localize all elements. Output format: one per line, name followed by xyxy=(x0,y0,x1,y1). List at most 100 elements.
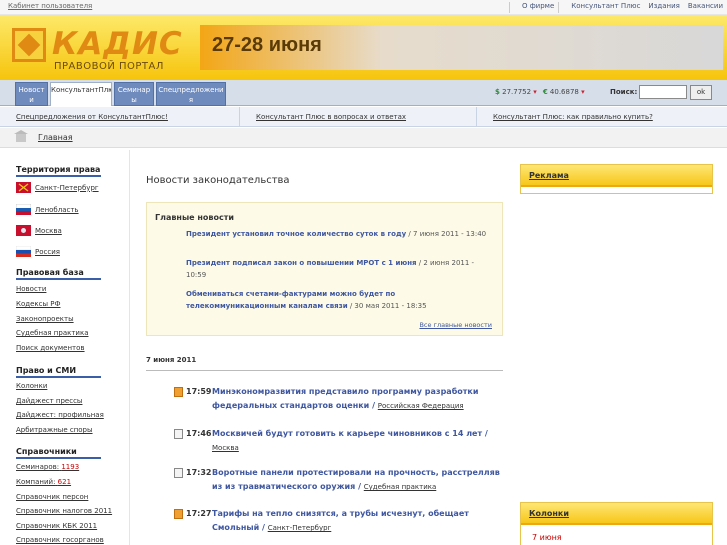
ads-title[interactable]: Реклама xyxy=(521,165,712,187)
tab-seminars[interactable]: Семинар ы xyxy=(114,82,154,106)
separator xyxy=(558,2,567,13)
usd-rate: $ 27.7752 ▾ xyxy=(495,88,537,96)
news-title: Москвичей будут готовить к карьере чинов… xyxy=(212,429,483,438)
news-tag[interactable]: Российская Федерация xyxy=(378,402,464,410)
tab-consultant[interactable]: КонсультантПлюс xyxy=(50,82,112,106)
main-news-date: / 30 мая 2011 - 18:35 xyxy=(347,302,427,310)
news-title: Тарифы на тепло снизятся, а трубы исчезн… xyxy=(212,509,469,532)
euro-icon: € xyxy=(542,88,548,96)
news-link[interactable]: Тарифы на тепло снизятся, а трубы исчезн… xyxy=(212,507,504,535)
doc-icon xyxy=(174,387,183,397)
region-label: Ленобласть xyxy=(35,205,79,214)
doc-icon xyxy=(174,509,183,519)
russia-flag-icon xyxy=(16,246,31,257)
main-news-box: Главные новости Президент установил точн… xyxy=(146,202,503,336)
ref-link-seminars[interactable]: Семинаров: 1193 xyxy=(16,463,79,471)
search-input[interactable] xyxy=(639,85,687,99)
promo-link-qa[interactable]: Консультант Плюс в вопросах и ответах xyxy=(240,107,477,126)
news-date-heading: 7 июня 2011 xyxy=(146,356,503,371)
banner-text: 27-28 июня xyxy=(212,34,322,56)
tab-news[interactable]: Новост и xyxy=(15,82,48,106)
logo-subtitle: ПРАВОВОЙ ПОРТАЛ xyxy=(54,61,164,72)
main-news-link[interactable]: Президент установил точное количество су… xyxy=(186,230,406,238)
user-cabinet-link[interactable]: Кабинет пользователя xyxy=(8,2,92,10)
breadcrumb-home[interactable]: Главная xyxy=(38,133,73,142)
region-label: Санкт-Петербург xyxy=(35,183,99,192)
currency-rates: $ 27.7752 ▾ € 40.6878 ▾ xyxy=(495,88,585,96)
news-link[interactable]: Воротные панели протестировали на прочно… xyxy=(212,466,504,494)
base-link-search[interactable]: Поиск документов xyxy=(16,344,85,352)
main-news-item: Президент установил точное количество су… xyxy=(186,228,496,240)
news-tag[interactable]: Судебная практика xyxy=(364,483,436,491)
main-nav: Новост и КонсультантПлюс Семинар ы Спецп… xyxy=(0,80,727,106)
ref-count: 621 xyxy=(57,478,72,486)
consultant-link[interactable]: Консультант Плюс xyxy=(567,1,644,13)
breadcrumb: Главная xyxy=(0,128,727,148)
eur-rate: € 40.6878 ▾ xyxy=(543,88,585,96)
ref-link-persons[interactable]: Справочник персон xyxy=(16,493,88,501)
news-time: 17:27 xyxy=(186,509,212,518)
columns-title[interactable]: Колонки xyxy=(521,503,712,525)
region-leningrad-oblast[interactable]: Ленобласть xyxy=(16,204,79,215)
doc-icon xyxy=(174,468,183,478)
legal-base-title: Правовая база xyxy=(16,268,101,280)
logo-emblem-icon xyxy=(12,28,46,62)
nav-tabs: Новост и КонсультантПлюс Семинар ы Спецп… xyxy=(15,82,226,106)
base-link-codes[interactable]: Кодексы РФ xyxy=(16,300,60,308)
main-news-date: / 7 июня 2011 - 13:40 xyxy=(406,230,487,238)
about-link[interactable]: О фирме xyxy=(518,1,558,13)
ref-link-companies[interactable]: Компаний: 621 xyxy=(16,478,71,486)
ref-count: 1193 xyxy=(61,463,80,471)
page-title: Новости законодательства xyxy=(146,175,290,186)
home-icon[interactable] xyxy=(14,130,28,142)
region-label: Россия xyxy=(35,247,60,256)
ref-link-kbk[interactable]: Справочник КБК 2011 xyxy=(16,522,97,530)
base-link-judicial[interactable]: Судебная практика xyxy=(16,329,88,337)
news-time: 17:46 xyxy=(186,429,212,438)
base-link-news[interactable]: Новости xyxy=(16,285,46,293)
promo-link-offers[interactable]: Спецпредложения от КонсультантПлюс! xyxy=(0,107,240,126)
left-sidebar: Территория права Санкт-Петербург Ленобла… xyxy=(0,150,130,545)
usd-value: 27.7752 xyxy=(502,88,532,96)
search-ok-button[interactable]: ok xyxy=(690,85,712,100)
ref-link-gov-bodies[interactable]: Справочник госорганов xyxy=(16,536,104,544)
separator xyxy=(508,2,518,13)
main-news-item: Президент подписал закон о повышении МРО… xyxy=(186,257,496,281)
news-tag[interactable]: Москва xyxy=(212,444,239,452)
site-logo[interactable]: КАДИС ПРАВОВОЙ ПОРТАЛ xyxy=(12,26,182,72)
smi-link-profile[interactable]: Дайджест: профильная xyxy=(16,411,104,419)
columns-box: Колонки 7 июня xyxy=(520,502,713,545)
base-link-bills[interactable]: Законопроекты xyxy=(16,315,74,323)
news-item: 17:27 Тарифы на тепло снизятся, а трубы … xyxy=(174,507,504,535)
smi-link-columns[interactable]: Колонки xyxy=(16,382,47,390)
ref-label: Семинаров: xyxy=(16,463,60,471)
moscow-flag-icon xyxy=(16,225,31,236)
main-news-link[interactable]: Президент подписал закон о повышении МРО… xyxy=(186,259,417,267)
law-media-title: Право и СМИ xyxy=(16,366,101,378)
lenoblast-flag-icon xyxy=(16,204,31,215)
region-moscow[interactable]: Москва xyxy=(16,225,62,236)
news-link[interactable]: Москвичей будут готовить к карьере чинов… xyxy=(212,427,504,455)
ref-link-taxes[interactable]: Справочник налогов 2011 xyxy=(16,507,112,515)
region-spb[interactable]: Санкт-Петербург xyxy=(16,182,99,193)
promo-link-buy[interactable]: Консультант Плюс: как правильно купить? xyxy=(477,107,727,126)
tab-special-offers[interactable]: Спецпредложени я xyxy=(156,82,226,106)
event-banner[interactable]: 27-28 июня xyxy=(200,25,723,70)
smi-link-press[interactable]: Дайджест прессы xyxy=(16,397,82,405)
news-time: 17:32 xyxy=(186,468,212,477)
news-link[interactable]: Минэкономразвития представило программу … xyxy=(212,385,504,413)
arrow-down-icon: ▾ xyxy=(533,88,537,96)
news-item: 17:32 Воротные панели протестировали на … xyxy=(174,466,504,494)
news-item: 17:59 Минэкономразвития представило прог… xyxy=(174,385,504,413)
smi-link-arbitrage[interactable]: Арбитражные споры xyxy=(16,426,93,434)
news-tag[interactable]: Санкт-Петербург xyxy=(268,524,332,532)
main-news-item: Обмениваться счетами-фактурами можно буд… xyxy=(186,288,496,312)
main-news-title: Главные новости xyxy=(155,213,234,222)
editions-link[interactable]: Издания xyxy=(644,1,683,13)
news-time: 17:59 xyxy=(186,387,212,396)
spb-flag-icon xyxy=(16,182,31,193)
eur-value: 40.6878 xyxy=(549,88,579,96)
all-main-news-link[interactable]: Все главные новости xyxy=(419,321,492,329)
vacancies-link[interactable]: Вакансии xyxy=(684,1,727,13)
region-russia[interactable]: Россия xyxy=(16,246,60,257)
